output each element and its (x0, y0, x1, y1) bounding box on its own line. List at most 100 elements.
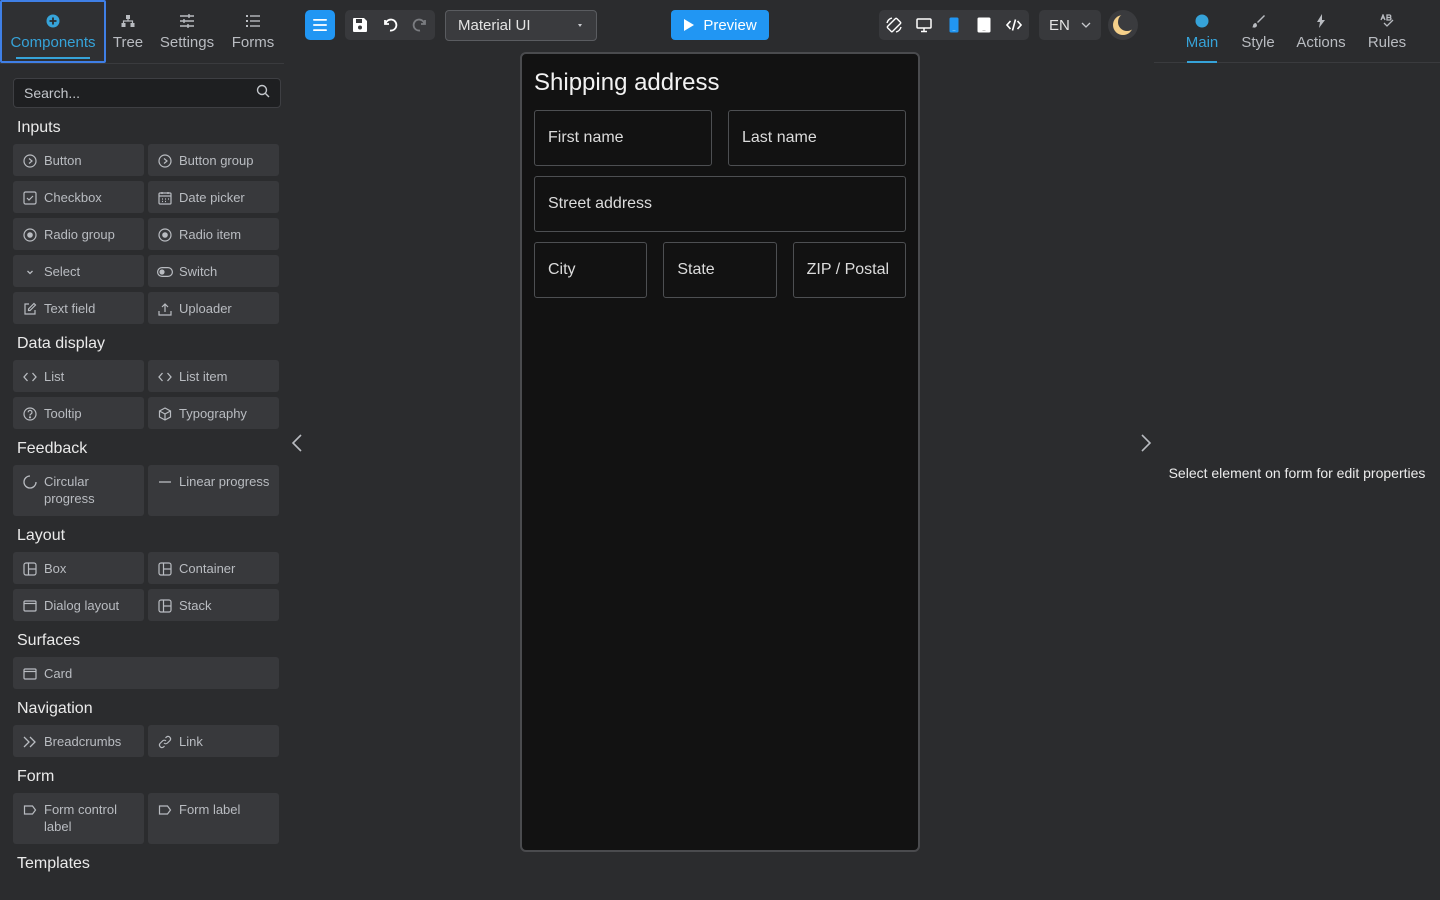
undo-button[interactable] (375, 10, 405, 40)
group-title-data-display: Data display (17, 335, 106, 352)
language-select[interactable]: EN (1039, 10, 1101, 40)
component-label: Text field (44, 301, 96, 316)
street-address-field[interactable]: Street address (534, 176, 906, 232)
preview-button-label: Preview (703, 16, 757, 34)
zip-field[interactable]: ZIP / Postal (792, 242, 906, 298)
first-name-field[interactable]: First name (534, 110, 712, 166)
help-circle-icon (22, 406, 38, 422)
component-circular-progress[interactable]: Circular progress (13, 465, 144, 516)
layout-icon (22, 561, 38, 577)
tab-tree[interactable]: Tree (106, 0, 150, 63)
preview-button[interactable]: Preview (671, 10, 769, 40)
tab-actions[interactable]: Actions (1296, 0, 1346, 62)
menu-button[interactable] (305, 10, 335, 40)
desktop-view-button[interactable] (909, 10, 939, 40)
redo-button[interactable] (405, 10, 435, 40)
rotate-button[interactable] (879, 10, 909, 40)
component-checkbox[interactable]: Checkbox (13, 181, 144, 213)
tablet-view-button[interactable] (969, 10, 999, 40)
radio-icon (22, 227, 38, 243)
component-radio-item[interactable]: Radio item (148, 218, 279, 250)
code-view-button[interactable] (999, 10, 1029, 40)
component-container[interactable]: Container (148, 552, 279, 584)
location-row: City State ZIP / Postal (534, 242, 906, 298)
component-label: Select (44, 264, 81, 279)
component-label: Radio item (179, 227, 242, 242)
tab-main-label: Main (1185, 33, 1219, 51)
rotate-device-icon (886, 17, 902, 33)
component-button-group[interactable]: Button group (148, 144, 279, 176)
group-navigation: Breadcrumbs Link (13, 725, 281, 757)
desktop-icon (916, 17, 932, 32)
theme-select[interactable]: Material UI (445, 10, 597, 41)
component-list-item[interactable]: List item (148, 360, 279, 392)
toggle-icon (157, 264, 173, 280)
component-typography[interactable]: Typography (148, 397, 279, 429)
save-button[interactable] (345, 10, 375, 40)
component-box[interactable]: Box (13, 552, 144, 584)
component-card[interactable]: Card (13, 657, 279, 689)
component-switch[interactable]: Switch (148, 255, 279, 287)
dark-mode-toggle[interactable] (1108, 10, 1138, 40)
tab-tree-label: Tree (112, 34, 144, 51)
tab-style[interactable]: Style (1241, 0, 1275, 62)
window-icon (22, 666, 38, 682)
tab-forms[interactable]: Forms (224, 0, 282, 63)
component-uploader[interactable]: Uploader (148, 292, 279, 324)
tab-rules[interactable]: Rules (1367, 0, 1407, 62)
tab-settings[interactable]: Settings (150, 0, 224, 63)
group-title-feedback: Feedback (17, 440, 88, 457)
component-radio-group[interactable]: Radio group (13, 218, 144, 250)
component-form-control-label[interactable]: Form control label (13, 793, 144, 844)
component-label: Box (44, 561, 67, 576)
component-search (13, 78, 281, 108)
tab-actions-label: Actions (1296, 33, 1346, 51)
component-select[interactable]: Select (13, 255, 144, 287)
last-name-field[interactable]: Last name (728, 110, 906, 166)
component-list[interactable]: List (13, 360, 144, 392)
component-button[interactable]: Button (13, 144, 144, 176)
component-date-picker[interactable]: Date picker (148, 181, 279, 213)
phone-view-button[interactable] (939, 10, 969, 40)
state-field[interactable]: State (663, 242, 777, 298)
component-text-field[interactable]: Text field (13, 292, 144, 324)
group-title-inputs: Inputs (17, 119, 61, 136)
chevron-right-icon (1141, 434, 1152, 452)
tab-settings-label: Settings (159, 34, 215, 51)
circular-progress-icon (22, 474, 38, 490)
component-form-label[interactable]: Form label (148, 793, 279, 844)
component-tooltip[interactable]: Tooltip (13, 397, 144, 429)
collapse-right-panel-button[interactable] (1137, 432, 1155, 454)
redo-icon (412, 18, 426, 32)
component-label: Button group (179, 153, 254, 168)
component-label: List (44, 369, 65, 384)
edit-icon (22, 301, 38, 317)
component-label: Linear progress (179, 474, 270, 489)
button-icon (22, 153, 38, 169)
component-label: List item (179, 369, 228, 384)
component-breadcrumbs[interactable]: Breadcrumbs (13, 725, 144, 757)
search-icon[interactable] (256, 84, 270, 103)
component-label: Stack (179, 598, 212, 613)
street-row: Street address (534, 176, 906, 232)
component-stack[interactable]: Stack (148, 589, 279, 621)
group-feedback: Circular progress Linear progress (13, 465, 281, 516)
component-linear-progress[interactable]: Linear progress (148, 465, 279, 516)
group-title-form: Form (17, 768, 55, 785)
group-title-surfaces: Surfaces (17, 632, 81, 649)
search-input[interactable] (24, 85, 256, 101)
left-tab-bar: Components Tree Settings Forms (0, 0, 284, 64)
component-label: Button (44, 153, 82, 168)
tab-forms-label: Forms (231, 34, 275, 51)
undo-icon (384, 18, 398, 32)
component-dialog-layout[interactable]: Dialog layout (13, 589, 144, 621)
component-link[interactable]: Link (148, 725, 279, 757)
collapse-left-panel-button[interactable] (288, 432, 306, 454)
caret-down-icon (578, 24, 582, 27)
component-label: Dialog layout (44, 598, 120, 613)
tab-components[interactable]: Components (0, 0, 106, 63)
city-field[interactable]: City (534, 242, 648, 298)
language-value: EN (1049, 16, 1070, 34)
plus-circle-icon (46, 12, 60, 30)
tab-main[interactable]: Main (1185, 0, 1219, 63)
